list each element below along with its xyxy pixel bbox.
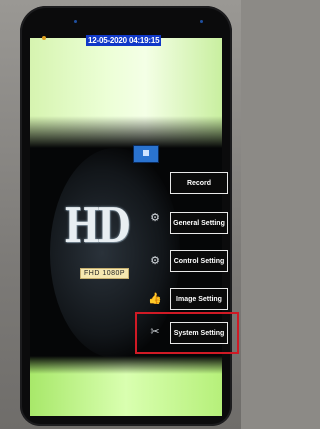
general-setting-button[interactable]: General Setting <box>170 212 228 234</box>
datetime-display: 12-05-2020 04:19:15 <box>86 35 162 46</box>
hd-logo: HD <box>64 198 130 254</box>
control-setting-button[interactable]: Control Setting <box>170 250 228 272</box>
thumb-icon: 👍 <box>148 293 162 305</box>
gears-icon: ⚙ <box>150 255 160 267</box>
screen-glare-top <box>30 38 222 148</box>
screen-glare-bottom <box>30 356 222 416</box>
sensor-dot <box>200 20 203 23</box>
image-setting-button[interactable]: Image Setting <box>170 288 228 310</box>
highlight-box <box>135 312 239 354</box>
sensor-dot <box>74 20 77 23</box>
recording-indicator-dot <box>42 36 46 40</box>
record-button[interactable]: Record <box>170 172 228 194</box>
gear-icon: ⚙ <box>150 212 160 224</box>
resolution-badge: FHD 1080P <box>80 268 130 279</box>
camera-preview-icon <box>133 145 159 163</box>
